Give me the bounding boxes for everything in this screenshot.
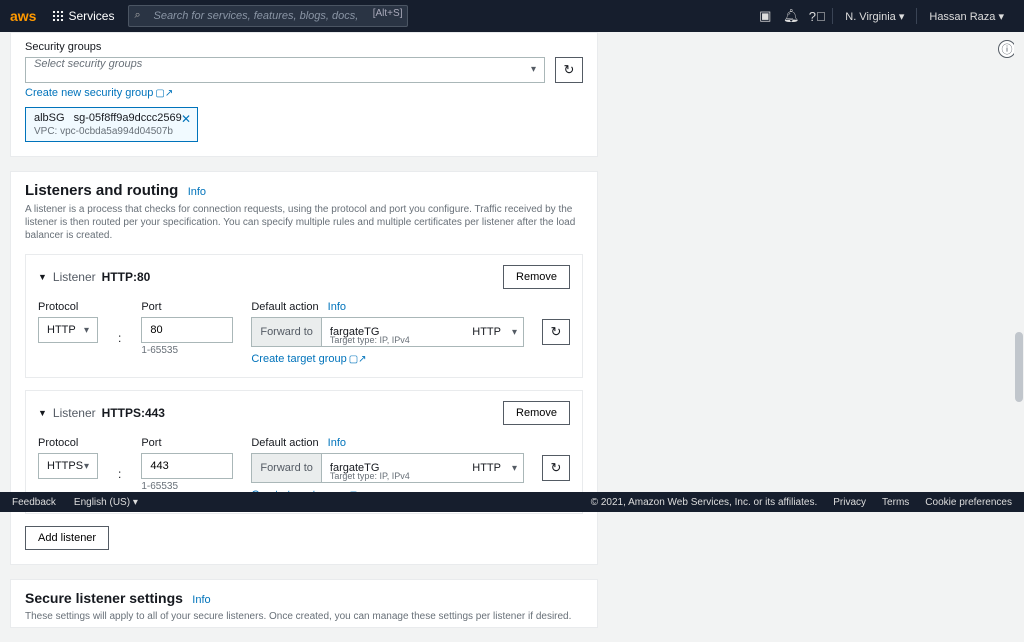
colon: : xyxy=(116,467,123,481)
chevron-down-icon: ▾ xyxy=(84,325,89,336)
collapse-icon[interactable]: ▼ xyxy=(38,272,47,282)
listeners-description: A listener is a process that checks for … xyxy=(25,203,583,242)
chevron-down-icon: ▾ xyxy=(531,64,536,75)
security-groups-select[interactable]: Select security groups ▾ xyxy=(25,57,545,83)
top-nav: aws Services ⌕ [Alt+S] ▣ 🔔︎ ?⃝ N. Virgin… xyxy=(0,0,1024,32)
port-input[interactable] xyxy=(141,453,233,479)
listener-header: HTTP:80 xyxy=(102,270,151,284)
services-label: Services xyxy=(68,9,114,23)
grid-icon xyxy=(52,10,64,22)
notifications-icon[interactable]: 🔔︎ xyxy=(778,8,804,24)
aws-logo[interactable]: aws xyxy=(10,8,44,24)
port-hint: 1-65535 xyxy=(141,481,233,492)
port-input[interactable] xyxy=(141,317,233,343)
secure-listener-desc: These settings will apply to all of your… xyxy=(25,610,583,623)
forward-to-label: Forward to xyxy=(251,453,321,483)
security-groups-label: Security groups xyxy=(25,41,583,53)
secure-listener-panel: Secure listener settings Info These sett… xyxy=(10,579,598,628)
listener-label: Listener xyxy=(53,270,96,284)
listener-header: HTTPS:443 xyxy=(102,406,165,420)
port-label: Port xyxy=(141,437,233,449)
external-link-icon: ▢↗ xyxy=(155,88,173,99)
privacy-link[interactable]: Privacy xyxy=(833,497,866,508)
terms-link[interactable]: Terms xyxy=(882,497,909,508)
chevron-down-icon: ▾ xyxy=(512,327,517,338)
search-shortcut: [Alt+S] xyxy=(373,8,403,19)
protocol-select[interactable]: HTTP▾ xyxy=(38,317,98,343)
port-label: Port xyxy=(141,301,233,313)
listener-label: Listener xyxy=(53,406,96,420)
sg-token-vpc: VPC: vpc-0cbda5a994d04507b xyxy=(34,126,189,137)
console-footer: Feedback English (US) ▾ © 2021, Amazon W… xyxy=(0,492,1024,512)
remove-listener-button[interactable]: Remove xyxy=(503,401,570,425)
default-action-info[interactable]: Info xyxy=(328,301,346,313)
refresh-sg-button[interactable]: ↻ xyxy=(555,57,583,83)
collapse-icon[interactable]: ▼ xyxy=(38,408,47,418)
cookie-prefs-link[interactable]: Cookie preferences xyxy=(925,497,1012,508)
account-menu[interactable]: Hassan Raza ▾ xyxy=(919,10,1014,23)
listeners-heading: Listeners and routing xyxy=(25,182,178,199)
colon: : xyxy=(116,331,123,345)
help-icon[interactable]: ?⃝ xyxy=(804,9,830,24)
create-target-group-link[interactable]: Create target group▢↗ xyxy=(251,353,524,365)
remove-listener-button[interactable]: Remove xyxy=(503,265,570,289)
sg-token: albSG sg-05f8ff9a9dccc2569 ✕ VPC: vpc-0c… xyxy=(25,107,198,142)
external-link-icon: ▢↗ xyxy=(349,354,367,365)
forward-to-label: Forward to xyxy=(251,317,321,347)
refresh-tg-button[interactable]: ↻ xyxy=(542,319,570,345)
chevron-down-icon: ▾ xyxy=(512,463,517,474)
default-action-label: Default action Info xyxy=(251,437,524,449)
create-sg-link[interactable]: Create new security group▢↗ xyxy=(25,87,583,99)
security-groups-panel: Security groups Select security groups ▾… xyxy=(10,32,598,157)
protocol-label: Protocol xyxy=(38,437,98,449)
sg-token-name: albSG xyxy=(34,112,65,124)
feedback-link[interactable]: Feedback xyxy=(12,497,56,508)
chevron-down-icon: ▾ xyxy=(84,461,89,472)
secure-listener-info[interactable]: Info xyxy=(192,594,210,606)
copyright: © 2021, Amazon Web Services, Inc. or its… xyxy=(591,497,818,508)
listener-card: ▼ Listener HTTP:80 Remove Protocol HTTP▾… xyxy=(25,254,583,378)
scrollbar-thumb[interactable] xyxy=(1015,332,1023,402)
sg-placeholder: Select security groups xyxy=(34,58,142,70)
default-action-info[interactable]: Info xyxy=(328,437,346,449)
refresh-tg-button[interactable]: ↻ xyxy=(542,455,570,481)
default-action-label: Default action Info xyxy=(251,301,524,313)
listeners-info-link[interactable]: Info xyxy=(188,186,206,198)
search-input[interactable] xyxy=(128,5,408,27)
region-selector[interactable]: N. Virginia ▾ xyxy=(835,10,914,23)
search-icon: ⌕ xyxy=(134,9,140,22)
language-selector[interactable]: English (US) ▾ xyxy=(74,497,138,508)
protocol-label: Protocol xyxy=(38,301,98,313)
port-hint: 1-65535 xyxy=(141,345,233,356)
target-group-select[interactable]: fargateTG Target type: IP, IPv4 HTTP ▾ xyxy=(321,453,524,483)
sg-token-id: sg-05f8ff9a9dccc2569 xyxy=(74,112,182,124)
services-menu[interactable]: Services xyxy=(52,9,114,23)
protocol-select[interactable]: HTTPS▾ xyxy=(38,453,98,479)
add-listener-button[interactable]: Add listener xyxy=(25,526,109,550)
target-group-select[interactable]: fargateTG Target type: IP, IPv4 HTTP ▾ xyxy=(321,317,524,347)
sg-token-remove[interactable]: ✕ xyxy=(181,112,191,126)
secure-listener-heading: Secure listener settings xyxy=(25,590,183,606)
global-search[interactable]: ⌕ [Alt+S] xyxy=(128,5,408,27)
cloudshell-icon[interactable]: ▣ xyxy=(752,8,778,24)
scrollbar-track[interactable] xyxy=(1014,32,1024,492)
